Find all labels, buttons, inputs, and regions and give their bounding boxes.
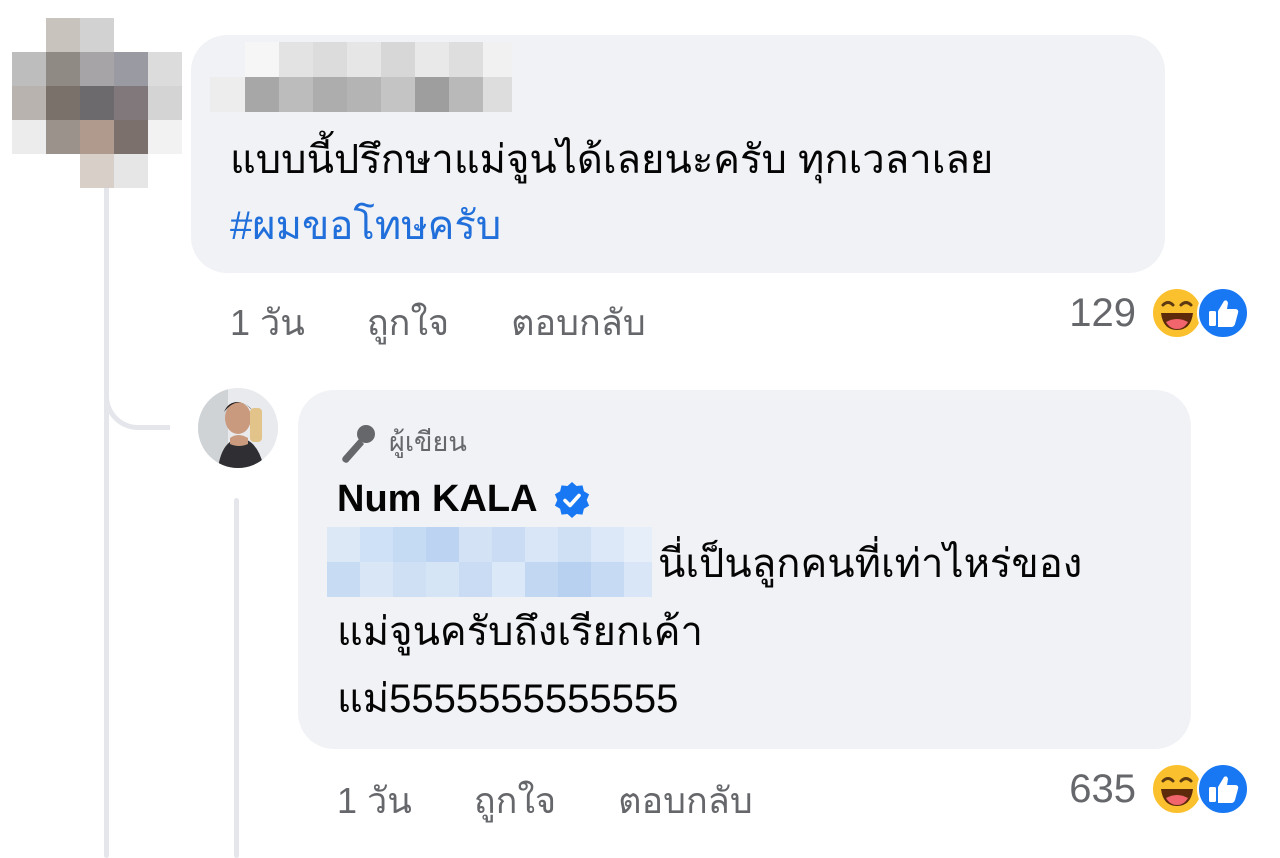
reply-author[interactable]: Num KALA xyxy=(337,478,592,521)
microphone-icon xyxy=(342,424,375,463)
thread-line xyxy=(104,185,109,858)
author-avatar[interactable] xyxy=(198,388,278,468)
verified-badge-icon xyxy=(554,481,589,518)
like-thumb-icon xyxy=(1197,763,1249,815)
reaction-count: 635 xyxy=(1069,766,1136,811)
reply-time[interactable]: 1 วัน xyxy=(337,772,412,829)
reply-button[interactable]: ตอบกลับ xyxy=(618,772,753,829)
comment-actions: 1 วัน ถูกใจ ตอบกลับ xyxy=(230,294,708,351)
reactions-summary[interactable]: 635 xyxy=(1069,762,1250,816)
author-badge: ผู้เขียน xyxy=(337,420,467,463)
author-name-blurred[interactable] xyxy=(210,42,512,112)
reply-text-line3: แม่5555555555555 xyxy=(337,677,679,721)
author-badge-label: ผู้เขียน xyxy=(389,427,467,457)
comment-text: แบบนี้ปรึกษาแม่จูนได้เลยนะครับ ทุกเวลาเล… xyxy=(230,138,994,182)
reply-actions: 1 วัน ถูกใจ ตอบกลับ xyxy=(337,772,815,829)
reply-connector xyxy=(104,330,170,430)
mention-blurred[interactable] xyxy=(327,527,652,597)
reactions-summary[interactable]: 129 xyxy=(1069,286,1250,340)
reply-text-line1: นี่เป็นลูกคนที่เท่าไหร่ของ xyxy=(658,542,1083,586)
like-button[interactable]: ถูกใจ xyxy=(474,772,556,829)
reply-button[interactable]: ตอบกลับ xyxy=(511,294,646,351)
reply-text-line2: แม่จูนครับถึงเรียกเค้า xyxy=(337,610,704,654)
hashtag-link[interactable]: #ผมขอโทษครับ xyxy=(230,194,501,258)
reply-author-name[interactable]: Num KALA xyxy=(337,478,538,521)
reaction-count: 129 xyxy=(1069,290,1136,335)
like-thumb-icon xyxy=(1197,287,1249,339)
avatar-blurred[interactable] xyxy=(12,18,182,188)
like-button[interactable]: ถูกใจ xyxy=(367,294,449,351)
comment-time[interactable]: 1 วัน xyxy=(230,294,305,351)
reply-thread-line xyxy=(234,498,239,858)
